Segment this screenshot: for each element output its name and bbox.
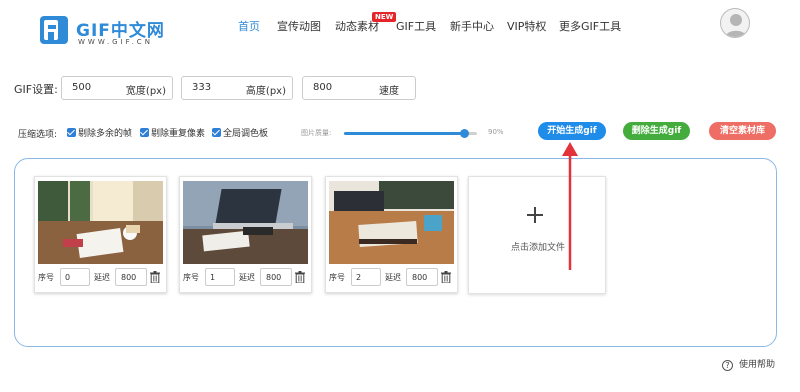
checkbox-remove-extra-frames[interactable]: 剔除多余的帧 (67, 126, 132, 140)
nav-item-promo-gif[interactable]: 宣传动图 (277, 18, 321, 34)
quality-slider-fill (344, 132, 464, 135)
width-unit: 宽度(px) (125, 86, 166, 97)
checkbox-label: 剔除重复像素 (151, 129, 206, 139)
header: GIF中文网 WWW.GIF.CN 首页 宣传动图 动态素材 NEW GIF工具… (0, 0, 800, 52)
user-icon (724, 14, 748, 37)
frame-delay-input[interactable]: 800 (260, 268, 292, 286)
checkbox-checked-icon[interactable] (212, 128, 221, 137)
height-field[interactable]: 333 高度(px) (181, 76, 293, 100)
checkbox-checked-icon[interactable] (67, 128, 76, 137)
frame-index-input[interactable]: 0 (60, 268, 90, 286)
checkbox-global-palette[interactable]: 全局调色板 (212, 126, 268, 140)
logo-subtitle: WWW.GIF.CN (78, 38, 153, 46)
frame-controls: 序号 2 延迟 800 (329, 268, 455, 286)
quality-value: 90% (488, 128, 504, 136)
width-value: 500 (72, 82, 92, 93)
frame-index-input[interactable]: 1 (205, 268, 235, 286)
frame-index-label: 序号 (38, 273, 54, 282)
trash-icon[interactable] (441, 271, 451, 283)
frame-delay-label: 延迟 (94, 273, 110, 282)
checkbox-label: 全局调色板 (223, 129, 269, 139)
frame-index-input[interactable]: 2 (351, 268, 381, 286)
add-file-label: 点击添加文件 (510, 243, 565, 253)
speed-unit: 速度 (379, 86, 399, 97)
height-unit: 高度(px) (245, 86, 286, 97)
nav-item-beginner-center[interactable]: 新手中心 (450, 18, 494, 34)
quality-slider-thumb[interactable] (460, 129, 469, 138)
frame-controls: 序号 1 延迟 800 (183, 268, 309, 286)
clear-library-button[interactable]: 清空素材库 (709, 122, 776, 140)
help-label: 使用帮助 (739, 360, 776, 370)
checkbox-remove-duplicate-pixels[interactable]: 剔除重复像素 (140, 126, 205, 140)
frame-index-label: 序号 (329, 273, 345, 282)
speed-field[interactable]: 800 速度 (302, 76, 416, 100)
frame-index-label: 序号 (183, 273, 199, 282)
trash-icon[interactable] (150, 271, 160, 283)
arrow-annotation-icon (562, 142, 578, 270)
gif-settings-label: GIF设置: (14, 83, 58, 96)
frame-delay-label: 延迟 (385, 273, 401, 282)
user-avatar[interactable] (720, 8, 750, 38)
frame-card: 序号 0 延迟 800 (34, 176, 167, 293)
speed-value: 800 (313, 82, 333, 93)
frame-card: 序号 1 延迟 800 (179, 176, 312, 293)
frame-card: 序号 2 延迟 800 (325, 176, 458, 293)
start-generate-gif-button[interactable]: 开始生成gif (538, 122, 606, 140)
width-field[interactable]: 500 宽度(px) (61, 76, 173, 100)
checkbox-checked-icon[interactable] (140, 128, 149, 137)
plus-icon (527, 207, 543, 223)
frame-controls: 序号 0 延迟 800 (38, 268, 164, 286)
new-badge: NEW (372, 12, 397, 22)
quality-slider[interactable] (344, 129, 477, 138)
checkbox-label: 剔除多余的帧 (78, 129, 133, 139)
nav-item-home[interactable]: 首页 (238, 18, 260, 34)
logo-icon (40, 16, 68, 44)
height-value: 333 (192, 82, 212, 93)
frame-delay-input[interactable]: 800 (115, 268, 147, 286)
nav-item-vip[interactable]: VIP特权 (507, 18, 546, 34)
delete-generated-gif-button[interactable]: 删除生成gif (623, 122, 690, 140)
help-icon: ? (722, 360, 733, 371)
add-file-card[interactable]: 点击添加文件 (468, 176, 606, 294)
help-link[interactable]: ? 使用帮助 (722, 357, 775, 371)
quality-label: 图片质量: (301, 129, 332, 137)
frame-thumbnail[interactable] (38, 181, 163, 264)
nav-item-gif-tools[interactable]: GIF工具 (396, 18, 436, 34)
frame-delay-input[interactable]: 800 (406, 268, 438, 286)
site-logo[interactable]: GIF中文网 WWW.GIF.CN (40, 14, 170, 50)
compression-label: 压缩选项: (18, 130, 58, 140)
frame-delay-label: 延迟 (239, 273, 255, 282)
frame-thumbnail[interactable] (183, 181, 308, 264)
trash-icon[interactable] (295, 271, 305, 283)
nav-item-more-tools[interactable]: 更多GIF工具 (559, 18, 621, 34)
frame-thumbnail[interactable] (329, 181, 454, 264)
